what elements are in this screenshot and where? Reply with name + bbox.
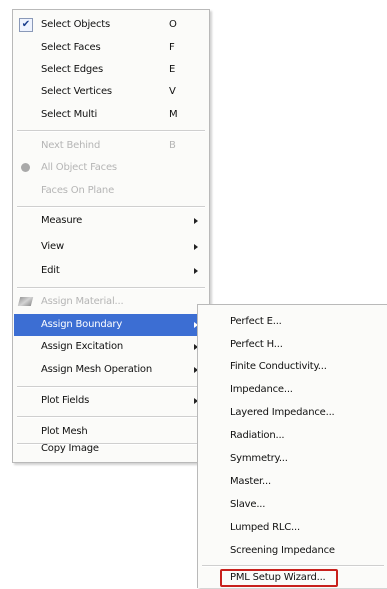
submenu-arrow-icon [194,268,198,274]
menu-separator [17,287,205,289]
menu-item-label: Select Objects [41,19,111,30]
menu-item-plot-fields[interactable]: Plot Fields [14,390,208,412]
menu-item-label: Select Vertices [41,86,112,97]
submenu-item-label: Symmetry... [230,453,288,464]
shortcut-key: E [169,64,176,75]
menu-item-copy-image[interactable]: Copy Image [14,438,208,460]
assign-boundary-submenu: Perfect E... Perfect H... Finite Conduct… [197,304,387,588]
submenu-item-slave[interactable]: Slave... [198,494,387,516]
submenu-item-label: Master... [230,476,271,487]
submenu-item-label: Layered Impedance... [230,407,335,418]
menu-item-label: Assign Excitation [41,341,124,352]
menu-item-label: Assign Boundary [41,319,123,330]
menu-item-select-objects[interactable]: ✔ Select Objects O [14,14,208,36]
menu-item-label: Faces On Plane [41,185,115,196]
object-faces-icon [21,163,30,172]
menu-item-all-object-faces: All Object Faces [14,157,208,179]
shortcut-key: B [169,140,176,151]
material-icon [17,297,34,306]
menu-item-select-faces[interactable]: Select Faces F [14,37,208,59]
menu-separator [17,416,205,418]
menu-item-select-edges[interactable]: Select Edges E [14,59,208,81]
menu-item-select-vertices[interactable]: Select Vertices V [14,81,208,103]
menu-item-assign-material: Assign Material... [14,291,208,313]
menu-item-label: Measure [41,215,83,226]
menu-item-label: Assign Mesh Operation [41,364,152,375]
menu-item-label: Plot Fields [41,395,90,406]
submenu-item-label: Impedance... [230,384,293,395]
submenu-item-perfect-e[interactable]: Perfect E... [198,311,387,333]
shortcut-key: V [169,86,176,97]
submenu-item-symmetry[interactable]: Symmetry... [198,448,387,470]
menu-item-label: Select Multi [41,109,98,120]
menu-item-assign-mesh-operation[interactable]: Assign Mesh Operation [14,359,208,381]
menu-item-label: Select Faces [41,42,101,53]
menu-item-next-behind: Next Behind B [14,135,208,157]
context-menu: ✔ Select Objects O Select Faces F Select… [12,9,210,463]
submenu-item-label: Screening Impedance [230,545,335,556]
menu-item-label: Copy Image [41,443,99,454]
menu-item-select-multi[interactable]: Select Multi M [14,104,208,126]
submenu-item-impedance[interactable]: Impedance... [198,379,387,401]
submenu-item-label: Slave... [230,499,266,510]
submenu-item-label: Lumped RLC... [230,522,300,533]
shortcut-key: M [169,109,178,120]
menu-item-edit[interactable]: Edit [14,260,208,282]
menu-separator [17,130,205,132]
menu-item-view[interactable]: View [14,236,208,258]
submenu-arrow-icon [194,244,198,250]
menu-item-label: Next Behind [41,140,101,151]
submenu-item-label: Radiation... [230,430,285,441]
shortcut-key: O [169,19,177,30]
submenu-arrow-icon [194,218,198,224]
submenu-item-radiation[interactable]: Radiation... [198,425,387,447]
menu-item-label: View [41,241,64,252]
checkmark-icon: ✔ [19,18,33,32]
submenu-item-layered-impedance[interactable]: Layered Impedance... [198,402,387,424]
submenu-item-screening-impedance[interactable]: Screening Impedance [198,540,387,562]
menu-item-measure[interactable]: Measure [14,210,208,232]
menu-separator [17,386,205,388]
submenu-item-label: Perfect E... [230,316,282,327]
menu-item-assign-boundary[interactable]: Assign Boundary [14,314,208,336]
submenu-item-label: Finite Conductivity... [230,361,327,372]
submenu-item-finite-conductivity[interactable]: Finite Conductivity... [198,356,387,378]
menu-item-label: Select Edges [41,64,104,75]
menu-item-faces-on-plane: Faces On Plane [14,180,208,202]
submenu-item-label: Perfect H... [230,339,283,350]
shortcut-key: F [169,42,175,53]
menu-item-assign-excitation[interactable]: Assign Excitation [14,336,208,358]
menu-item-label: Assign Material... [41,296,124,307]
menu-item-label: Edit [41,265,60,276]
submenu-item-perfect-h[interactable]: Perfect H... [198,334,387,356]
submenu-item-lumped-rlc[interactable]: Lumped RLC... [198,517,387,539]
menu-item-label: All Object Faces [41,162,117,173]
annotation-highlight-box [220,569,338,587]
menu-separator [17,206,205,208]
submenu-item-master[interactable]: Master... [198,471,387,493]
